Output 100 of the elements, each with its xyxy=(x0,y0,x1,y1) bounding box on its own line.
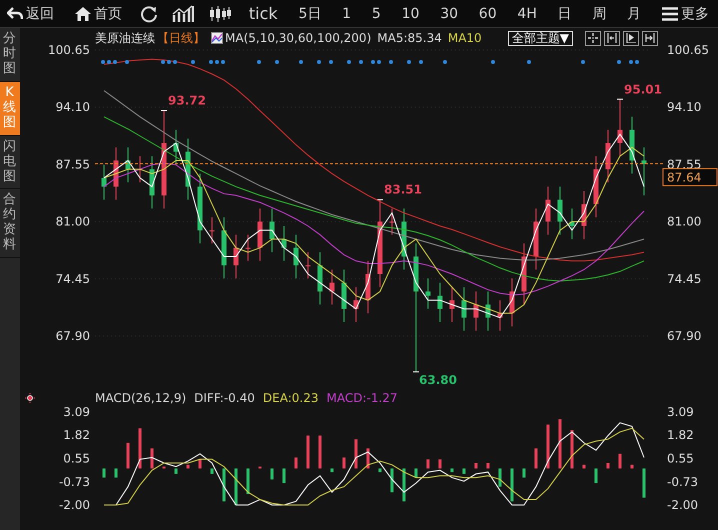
macd-bar xyxy=(510,468,514,502)
axis-label: 74.45 xyxy=(56,272,90,286)
period-tab[interactable]: tick xyxy=(246,2,281,25)
period-tab[interactable]: 5日 xyxy=(295,2,324,24)
macd-bar xyxy=(486,462,490,468)
period-tab[interactable]: 日 xyxy=(554,2,575,24)
macd-bar xyxy=(414,468,418,478)
candlestick xyxy=(234,234,238,279)
axis-label: 0.55 xyxy=(63,451,90,466)
candlestick xyxy=(258,208,262,262)
candlestick xyxy=(114,146,118,200)
macd-bar xyxy=(354,439,358,468)
candlestick xyxy=(246,234,250,262)
ma5-value: MA5:85.34 xyxy=(377,31,442,45)
candlestick xyxy=(426,278,430,310)
home-icon xyxy=(74,6,91,20)
macd-bar xyxy=(126,442,130,468)
macd-bar xyxy=(246,468,250,494)
macd-bar xyxy=(318,436,322,468)
macd-bar xyxy=(558,419,562,468)
candlestick xyxy=(150,156,154,209)
macd-bar xyxy=(306,436,310,468)
period-tab[interactable]: 10 xyxy=(398,4,422,24)
axis-label: -2.00 xyxy=(58,498,90,512)
candlestick xyxy=(438,282,442,323)
period-tab[interactable]: 5 xyxy=(368,4,384,24)
candlestick xyxy=(306,252,310,279)
back-button[interactable]: 返回 xyxy=(4,2,57,24)
candlestick xyxy=(198,173,202,244)
menu-icon xyxy=(662,6,678,20)
candlestick xyxy=(486,290,490,332)
macd-bar xyxy=(234,468,238,505)
candlestick xyxy=(594,156,598,218)
axis-label: 100.65 xyxy=(48,45,90,57)
home-button[interactable]: 首页 xyxy=(72,2,125,24)
axis-label: 0.55 xyxy=(667,451,694,466)
candlestick xyxy=(546,186,550,236)
axis-label: 1.82 xyxy=(667,428,694,442)
candlestick xyxy=(366,260,370,314)
candlestick xyxy=(330,269,334,306)
candlestick xyxy=(522,242,526,306)
macd-bar xyxy=(210,468,214,474)
macd-bar xyxy=(462,468,466,474)
candlestick xyxy=(534,208,538,270)
bar-trend-icon[interactable] xyxy=(172,4,194,22)
candlestick xyxy=(186,138,190,200)
macd-bar xyxy=(102,468,106,478)
macd-legend-value: DIFF:-0.40 xyxy=(194,390,255,404)
macd-bar xyxy=(642,468,646,498)
macd-bar xyxy=(378,468,382,472)
candlestick-icon[interactable] xyxy=(209,4,232,22)
axis-label: 74.45 xyxy=(667,272,702,286)
indicator-settings-icon[interactable] xyxy=(25,393,35,403)
axis-label: 67.90 xyxy=(56,329,90,343)
side-tab[interactable]: 合约资料 xyxy=(0,189,20,258)
candlestick xyxy=(618,98,622,157)
period-tab[interactable]: 60 xyxy=(476,4,500,24)
macd-bar xyxy=(618,454,622,468)
axis-label: -0.73 xyxy=(58,474,90,489)
macd-bar xyxy=(606,462,610,468)
axis-label: -2.00 xyxy=(667,498,698,512)
macd-bar xyxy=(498,468,502,487)
axis-label: 67.90 xyxy=(667,329,702,343)
macd-bar xyxy=(282,468,286,484)
period-tab[interactable]: 周 xyxy=(589,2,610,24)
candlestick xyxy=(450,286,454,323)
axis-label: 3.09 xyxy=(667,405,694,419)
macd-bar xyxy=(522,468,526,478)
candlestick xyxy=(402,208,406,270)
candlestick xyxy=(210,216,214,244)
macd-bar xyxy=(450,468,454,472)
period-tab[interactable]: 30 xyxy=(437,4,462,24)
candlestick xyxy=(318,252,322,306)
period-tab[interactable]: 月 xyxy=(624,2,644,24)
macd-bar xyxy=(534,448,538,468)
macd-bar xyxy=(174,468,178,474)
refresh-icon[interactable] xyxy=(140,4,158,22)
period-tab[interactable]: 1 xyxy=(339,4,354,24)
ma-legend: MA(5,10,30,60,100,200) xyxy=(225,31,372,45)
macd-bar xyxy=(270,468,274,480)
period-tab[interactable]: 4H xyxy=(514,4,540,24)
fit-button[interactable] xyxy=(604,30,620,46)
candlestick xyxy=(474,290,478,332)
period-tag: 【日线】 xyxy=(157,30,205,46)
jump-end-button[interactable] xyxy=(642,30,658,46)
macd-bar xyxy=(342,458,346,468)
play-button[interactable] xyxy=(623,30,639,46)
crosshair-button[interactable] xyxy=(585,30,601,46)
chart-settings-icon[interactable] xyxy=(211,32,223,44)
macd-legend-value: MACD:-1.27 xyxy=(326,390,398,404)
macd-bar xyxy=(546,424,550,468)
theme-dropdown[interactable]: 全部主题▼ xyxy=(508,30,573,46)
macd-bar xyxy=(582,464,586,468)
axis-label: 81.00 xyxy=(56,214,90,229)
macd-bar xyxy=(390,468,394,492)
candlestick xyxy=(282,225,286,262)
more-button[interactable]: 更多 xyxy=(658,2,712,24)
macd-bar xyxy=(366,448,370,468)
candlestick xyxy=(570,208,574,240)
ma10-label: MA10 xyxy=(448,31,482,45)
